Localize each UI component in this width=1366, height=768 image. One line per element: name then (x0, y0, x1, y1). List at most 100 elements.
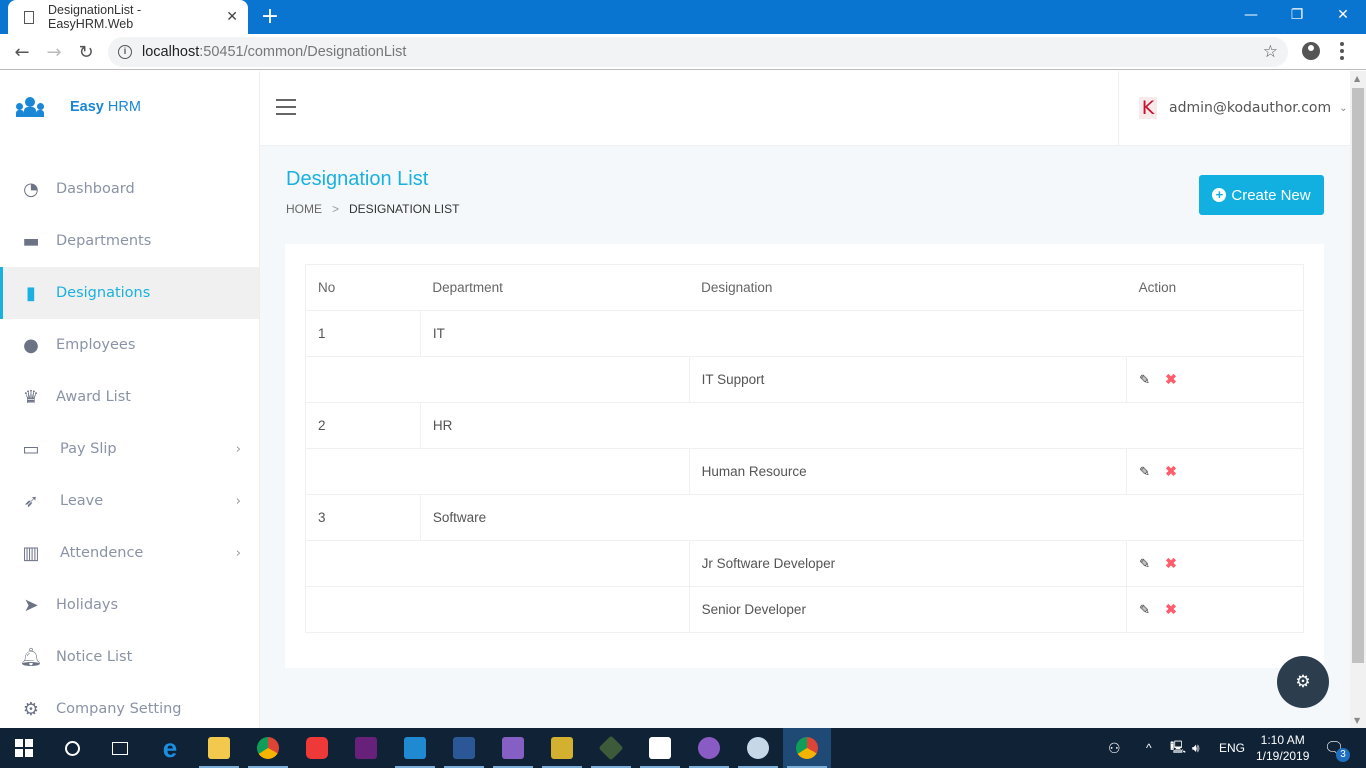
task-view-button[interactable] (96, 728, 144, 768)
back-button[interactable]: ← (10, 40, 34, 64)
sidebar-item-label: Award List (56, 389, 131, 405)
user-avatar: K (1139, 97, 1157, 119)
chrome-icon[interactable] (244, 728, 292, 768)
settings-fab-button[interactable]: ⚙ (1277, 656, 1329, 708)
user-email: admin@kodauthor.com (1169, 100, 1332, 116)
users-logo-icon (16, 97, 44, 117)
edit-pencil-icon[interactable]: ✎ (1139, 464, 1153, 480)
bookmark-star-icon[interactable]: ☆ (1263, 42, 1278, 62)
cell-designation: Jr Software Developer (688, 540, 1128, 587)
delete-x-icon[interactable]: ✖ (1165, 371, 1177, 388)
minimize-button[interactable]: — (1228, 0, 1274, 30)
people-icon[interactable]: ⚇ (1108, 728, 1121, 768)
cortana-button[interactable] (48, 728, 96, 768)
profile-icon[interactable] (1302, 42, 1320, 60)
cell-department: Software (419, 494, 1127, 541)
word-icon[interactable] (440, 728, 488, 768)
close-window-button[interactable]: ✕ (1320, 0, 1366, 30)
url-input[interactable]: i localhost:50451/common/DesignationList… (108, 37, 1288, 67)
tools-icon[interactable] (538, 728, 586, 768)
visual-studio-icon[interactable] (342, 728, 390, 768)
edge-icon[interactable]: e (146, 728, 194, 768)
sidebar-item-label: Holidays (56, 597, 119, 613)
sidebar-item-departments[interactable]: ▬ Departments (0, 215, 259, 267)
scroll-up-icon[interactable]: ▲ (1354, 74, 1360, 83)
delete-x-icon[interactable]: ✖ (1165, 555, 1177, 572)
cell-empty (305, 586, 690, 633)
sidebar-nav: ◔ Dashboard ▬ Departments ▮ Designations ● Empl… (0, 163, 259, 735)
sidebar-item-holidays[interactable]: ➤ Holidays (0, 579, 259, 631)
chevron-right-icon: › (235, 545, 241, 561)
sidebar-item-label: Leave (60, 493, 104, 509)
dashboard-icon: ◔ (23, 178, 39, 200)
hamburger-menu-icon[interactable] (276, 99, 296, 115)
cell-action-empty (1126, 402, 1304, 449)
browser-menu-icon[interactable] (1340, 42, 1344, 60)
network-icon[interactable]: 🖳︎ (1170, 728, 1186, 768)
show-hidden-icons[interactable]: ^ (1146, 728, 1152, 768)
reload-button[interactable]: ↻ (74, 40, 98, 64)
chevron-right-icon: › (235, 493, 241, 509)
clock-date: 1/19/2019 (1256, 749, 1310, 763)
notification-badge: 3 (1336, 748, 1350, 762)
edit-pencil-icon[interactable]: ✎ (1139, 602, 1153, 618)
create-new-label: Create New (1231, 186, 1311, 204)
sidebar-item-leave[interactable]: ➶ Leave › (0, 475, 259, 527)
delete-x-icon[interactable]: ✖ (1165, 463, 1177, 480)
sidebar-item-designations[interactable]: ▮ Designations (0, 267, 259, 319)
designation-row: IT Support ✎ ✖ (305, 356, 1304, 403)
delete-x-icon[interactable]: ✖ (1165, 601, 1177, 618)
scrollbar[interactable]: ▲ ▼ (1350, 71, 1366, 728)
top-header: K admin@kodauthor.com ⌄ (260, 71, 1350, 146)
sidebar-item-attendence[interactable]: ▥ Attendence › (0, 527, 259, 579)
sidebar-item-notice-list[interactable]: 🔔︎ Notice List (0, 631, 259, 683)
vscode-icon[interactable] (391, 728, 439, 768)
clock-time: 1:10 AM (1260, 733, 1305, 747)
user-menu[interactable]: K admin@kodauthor.com ⌄ (1118, 71, 1350, 145)
cell-action-empty (1126, 494, 1304, 541)
trophy-icon: ♛ (22, 386, 40, 408)
file-explorer-icon[interactable] (195, 728, 243, 768)
scroll-down-icon[interactable]: ▼ (1354, 716, 1360, 725)
cell-action: ✎ ✖ (1126, 540, 1304, 587)
main-content: Designation List HOME > DESIGNATION LIST… (260, 146, 1350, 728)
restore-button[interactable]: ❐ (1274, 0, 1320, 30)
scrollbar-thumb[interactable] (1352, 88, 1364, 663)
language-indicator[interactable]: ENG (1219, 728, 1245, 768)
breadcrumb-current: DESIGNATION LIST (349, 202, 460, 216)
notification-center-icon[interactable]: 🗨︎ 3 (1324, 728, 1350, 768)
edit-pencil-icon[interactable]: ✎ (1139, 556, 1153, 572)
brand-name: Easy HRM (70, 99, 141, 115)
browser-tab[interactable]: DesignationList - EasyHRM.Web ✕ (8, 0, 248, 34)
cell-action: ✎ ✖ (1126, 586, 1304, 633)
chevron-right-icon: › (235, 441, 241, 457)
designation-table: No Department Designation Action 1 IT IT S… (305, 264, 1304, 633)
sidebar-item-label: Dashboard (56, 181, 135, 197)
cell-action-empty (1126, 310, 1304, 357)
sidebar-item-pay-slip[interactable]: ▭ Pay Slip › (0, 423, 259, 475)
sidebar-item-employees[interactable]: ● Employees (0, 319, 259, 371)
start-button[interactable] (0, 728, 48, 768)
brand[interactable]: Easy HRM (16, 97, 141, 117)
visual-studio-preview-icon[interactable] (489, 728, 537, 768)
vivaldi-icon[interactable] (293, 728, 341, 768)
terminal-app-icon[interactable] (587, 728, 635, 768)
breadcrumb-home[interactable]: HOME (286, 202, 322, 216)
photos-icon[interactable] (636, 728, 684, 768)
volume-icon[interactable]: 🔊︎ (1192, 728, 1200, 768)
paint-icon[interactable] (734, 728, 782, 768)
info-icon[interactable]: i (118, 45, 132, 59)
create-new-button[interactable]: + Create New (1199, 175, 1324, 215)
rocket-icon: ➶ (23, 490, 39, 512)
sidebar-item-dashboard[interactable]: ◔ Dashboard (0, 163, 259, 215)
chrome-active-icon[interactable] (783, 728, 831, 768)
sidebar-item-award-list[interactable]: ♛ Award List (0, 371, 259, 423)
github-desktop-icon[interactable] (685, 728, 733, 768)
close-tab-icon[interactable]: ✕ (226, 9, 238, 25)
edit-pencil-icon[interactable]: ✎ (1139, 372, 1153, 388)
new-tab-button[interactable]: + (260, 4, 280, 30)
clock[interactable]: 1:10 AM 1/19/2019 (1256, 732, 1309, 764)
cell-empty (305, 448, 690, 495)
page-title: Designation List (286, 168, 429, 190)
forward-button[interactable]: → (42, 40, 66, 64)
